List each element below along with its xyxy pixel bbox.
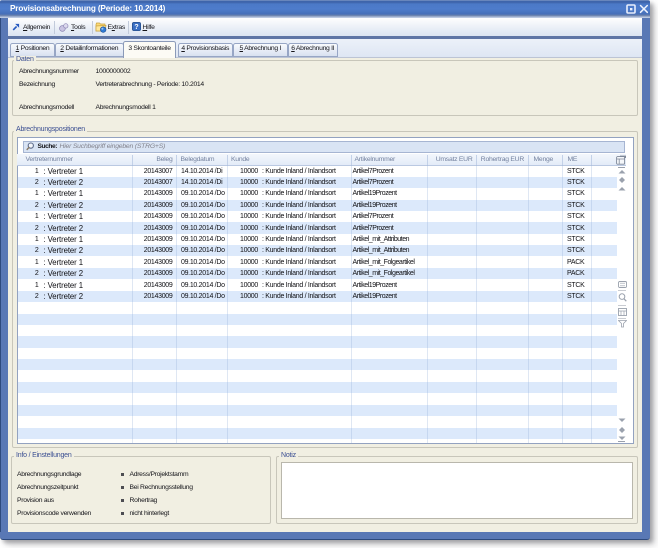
svg-text:?: ?	[134, 24, 138, 31]
